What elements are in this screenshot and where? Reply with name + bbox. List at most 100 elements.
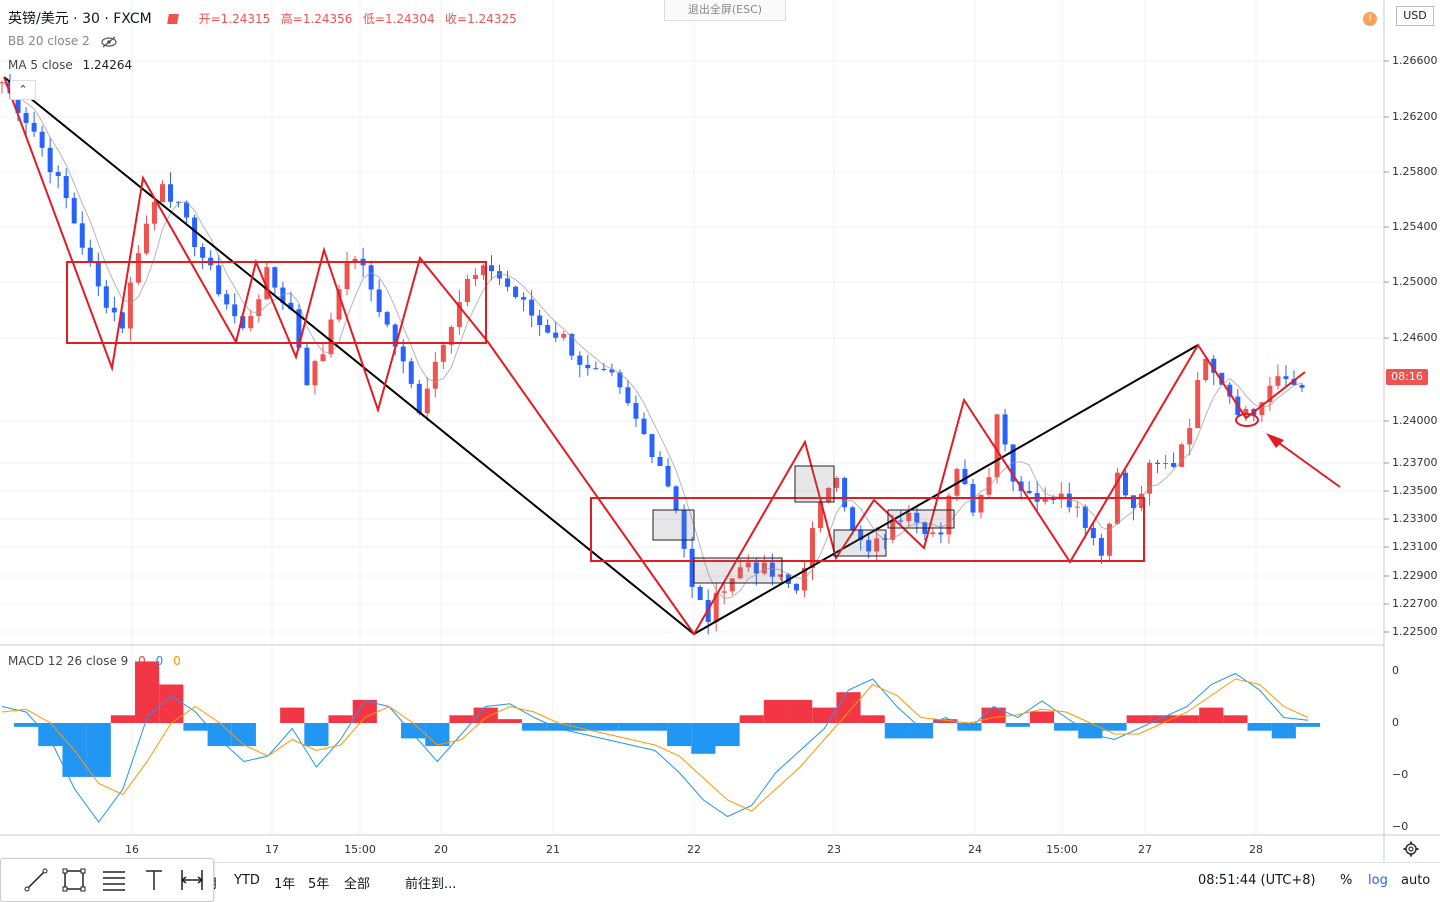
- macd-histogram-bar: [1271, 723, 1296, 739]
- candle-body: [850, 507, 856, 530]
- goto-date-button[interactable]: 前往到...: [405, 873, 456, 892]
- chart-canvas[interactable]: [0, 0, 1440, 900]
- candle-body: [71, 198, 77, 224]
- macd-histogram-bar: [667, 723, 692, 747]
- candle-body: [1155, 462, 1161, 465]
- macd-histogram-bar: [594, 723, 619, 731]
- candle-body: [304, 347, 310, 386]
- candle-body: [464, 279, 470, 303]
- candle-body: [834, 477, 840, 488]
- macd-histogram-bar: [618, 723, 643, 731]
- log-scale-button[interactable]: log: [1368, 873, 1388, 888]
- candle-body: [537, 315, 543, 326]
- macd-indicator-legend[interactable]: MACD 12 26 close 9 0 0 0: [8, 654, 181, 668]
- candle-body: [505, 278, 511, 287]
- range-all[interactable]: 全部: [344, 873, 370, 892]
- macd-axis-label: −0: [1392, 768, 1409, 781]
- red-circle-marker: [1235, 413, 1259, 427]
- candle-body: [994, 414, 1000, 478]
- grey-consolidation-box: [794, 465, 835, 503]
- price-axis-label: 1.25400: [1392, 220, 1438, 233]
- macd-histogram-bar: [183, 723, 208, 731]
- grey-consolidation-box: [833, 529, 887, 557]
- macd-histogram-bar: [110, 715, 136, 723]
- grey-consolidation-box: [652, 509, 695, 541]
- macd-histogram-bar: [280, 707, 305, 723]
- candle-body: [103, 286, 109, 308]
- currency-button[interactable]: USD: [1396, 6, 1434, 26]
- candle-body: [601, 368, 607, 370]
- macd-histogram-bar: [86, 723, 111, 777]
- candle-body: [159, 184, 165, 203]
- candle-body: [168, 184, 174, 202]
- time-axis-label: 24: [968, 843, 982, 856]
- time-axis-label: 23: [827, 843, 841, 856]
- symbol-title[interactable]: 英镑/美元 · 30 · FXCM: [8, 11, 152, 27]
- range-1y[interactable]: 1年: [274, 873, 295, 892]
- price-axis-label: 1.23700: [1392, 456, 1438, 469]
- candle-body: [1026, 490, 1032, 494]
- time-axis-label: 27: [1138, 843, 1152, 856]
- ma-indicator-legend[interactable]: MA 5 close 1.24264: [8, 58, 132, 72]
- candle-body: [63, 176, 69, 199]
- text-icon[interactable]: [139, 865, 169, 895]
- trend-line-icon[interactable]: [21, 865, 51, 895]
- ohlc-open: 开=1.24315: [198, 12, 271, 26]
- candle-body: [1283, 376, 1289, 380]
- candle-body: [312, 361, 318, 386]
- candle-body: [657, 456, 663, 466]
- fib-icon[interactable]: [99, 865, 129, 895]
- eye-off-icon[interactable]: [100, 36, 118, 48]
- candle-body: [424, 388, 430, 414]
- flag-icon[interactable]: [167, 14, 180, 24]
- candle-body: [513, 286, 519, 298]
- candle-body: [216, 265, 222, 295]
- clock-display[interactable]: 08:51:44 (UTC+8): [1198, 873, 1316, 888]
- candle-body: [489, 265, 495, 272]
- bb-indicator-legend[interactable]: BB 20 close 2: [8, 34, 118, 48]
- candle-body: [1299, 384, 1305, 388]
- macd-histogram-bar: [715, 723, 740, 747]
- macd-histogram-bar: [328, 715, 353, 723]
- macd-histogram-bar: [1295, 723, 1321, 727]
- settings-gear-icon[interactable]: [1403, 841, 1419, 857]
- range-ytd[interactable]: YTD: [234, 873, 260, 888]
- macd-histogram-bar: [473, 707, 498, 723]
- candle-body: [1042, 498, 1048, 502]
- measure-icon[interactable]: [177, 865, 207, 895]
- macd-histogram-bar: [1223, 715, 1248, 723]
- collapse-legend-button[interactable]: ⌃: [10, 80, 36, 100]
- macd-histogram-bar: [207, 723, 232, 747]
- candle-body: [95, 261, 101, 287]
- candle-body: [1050, 498, 1056, 500]
- candle-body: [328, 319, 334, 355]
- candle-body: [986, 477, 992, 495]
- price-axis-label: 1.24000: [1392, 414, 1438, 427]
- candle-body: [1275, 376, 1281, 386]
- alert-badge-icon[interactable]: !: [1363, 12, 1377, 26]
- macd-signal-value: 0: [173, 654, 181, 668]
- candle-body: [553, 332, 559, 338]
- range-5y[interactable]: 5年: [308, 873, 329, 892]
- candle-body: [1074, 506, 1080, 508]
- auto-scale-button[interactable]: auto: [1401, 873, 1430, 888]
- macd-histogram-bar: [135, 661, 160, 723]
- macd-histogram-bar: [1174, 715, 1200, 723]
- candle-body: [593, 368, 599, 370]
- candle-body: [31, 122, 37, 132]
- macd-axis-label: −0: [1392, 820, 1409, 833]
- candle-body: [1090, 527, 1096, 539]
- candle-body: [1179, 444, 1185, 467]
- candle-body: [585, 364, 591, 369]
- candle-body: [529, 299, 535, 316]
- candle-body: [111, 307, 117, 313]
- rectangle-icon[interactable]: [59, 865, 89, 895]
- macd-histogram-bar: [739, 715, 764, 723]
- ohlc-low: 低=1.24304: [362, 12, 435, 26]
- candle-body: [721, 591, 727, 593]
- candle-body: [1098, 538, 1104, 556]
- candle-body: [1122, 472, 1128, 496]
- exit-fullscreen-button[interactable]: 退出全屏(ESC): [664, 0, 786, 21]
- percent-scale-button[interactable]: %: [1340, 873, 1352, 888]
- price-countdown-label: 08:16: [1386, 369, 1428, 385]
